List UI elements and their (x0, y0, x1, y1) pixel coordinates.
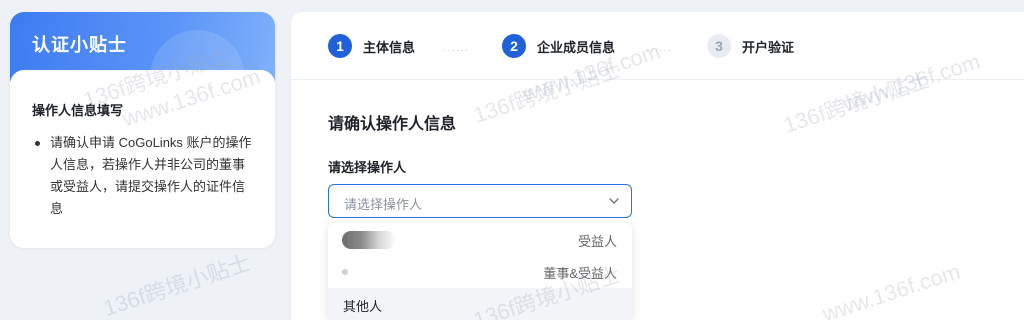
option-role: 受益人 (577, 234, 617, 249)
step-label-2: 企业成员信息 (537, 39, 616, 55)
step-2: 2 企业成员信息 (502, 34, 615, 58)
stepper: 1 主体信息 ······ 2 企业成员信息 ······ 3 开户验证 (291, 12, 1024, 80)
redacted-name (342, 231, 396, 249)
step-1: 1 主体信息 (328, 34, 415, 58)
operator-select[interactable]: 请选择操作人 (328, 184, 632, 218)
tips-card: 认证小贴士 操作人信息填写 请确认申请 CoGoLinks 账户的操作人信息，若… (10, 12, 275, 248)
tips-subtitle: 操作人信息填写 (32, 103, 124, 118)
step-divider: ······ (443, 45, 469, 56)
step-label-3: 开户验证 (742, 39, 795, 55)
step-3: 3 开户验证 (707, 34, 794, 58)
operator-field-label: 请选择操作人 (328, 160, 407, 175)
dropdown-option-1[interactable]: 受益人 (328, 223, 632, 255)
step-label-1: 主体信息 (363, 39, 416, 55)
main-panel: 1 主体信息 ······ 2 企业成员信息 ······ 3 开户验证 请确认… (291, 12, 1024, 320)
redacted-name (342, 269, 348, 275)
section-title: 请确认操作人信息 (328, 116, 457, 133)
operator-dropdown: 受益人 董事&受益人 其他人 (328, 223, 632, 320)
dropdown-option-3[interactable]: 其他人 (328, 288, 632, 320)
option-role: 董事&受益人 (543, 266, 617, 281)
tips-title: 认证小贴士 (32, 35, 127, 55)
step-divider: ······ (646, 45, 672, 56)
tips-body: 操作人信息填写 请确认申请 CoGoLinks 账户的操作人信息，若操作人并非公… (10, 70, 275, 248)
dropdown-option-2[interactable]: 董事&受益人 (328, 255, 632, 287)
option-name: 其他人 (343, 299, 383, 314)
step-number-1: 1 (328, 34, 352, 58)
tips-item: 请确认申请 CoGoLinks 账户的操作人信息，若操作人并非公司的董事或受益人… (50, 135, 252, 216)
select-placeholder: 请选择操作人 (344, 197, 423, 212)
bullet-icon (35, 141, 40, 146)
step-number-3: 3 (707, 34, 731, 58)
watermark: 136f跨境小贴士 (100, 249, 254, 320)
chevron-down-icon (609, 198, 619, 204)
step-number-2: 2 (502, 34, 526, 58)
